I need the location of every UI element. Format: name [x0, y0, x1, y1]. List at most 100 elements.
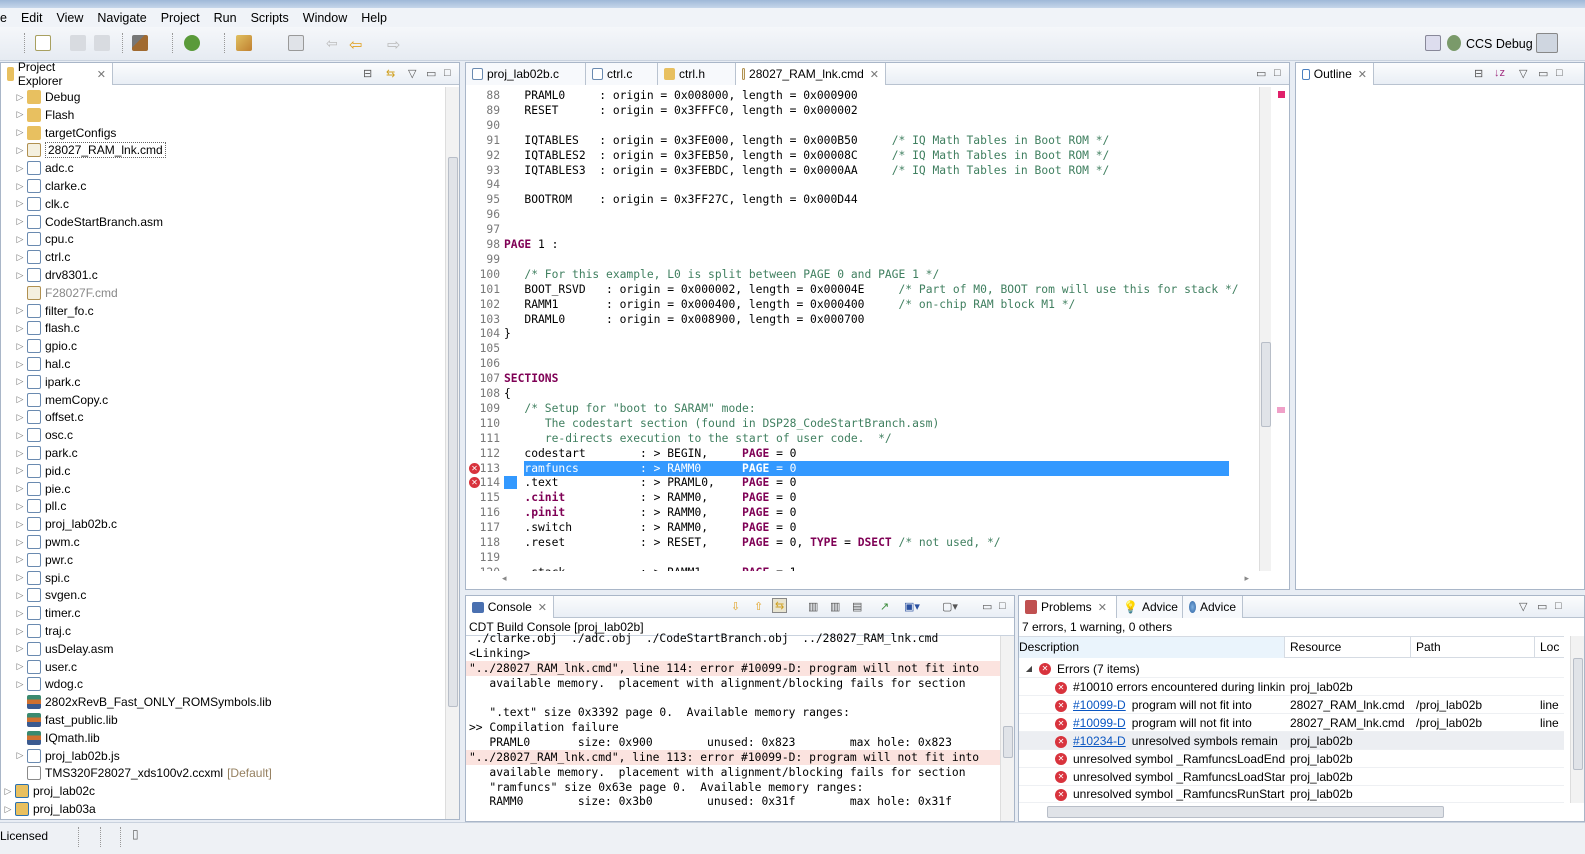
- back-icon[interactable]: ⇦: [349, 35, 365, 54]
- open-console-icon[interactable]: ↗: [880, 600, 889, 613]
- tab-console[interactable]: Console ✕: [466, 596, 554, 618]
- tree-item[interactable]: ▷ drv8301.c: [13, 266, 98, 284]
- expand-arrow-icon[interactable]: ▷: [1, 786, 15, 797]
- tree-item[interactable]: ▷ clarke.c: [13, 177, 86, 195]
- expand-arrow-icon[interactable]: ▷: [13, 626, 27, 637]
- sort-icon[interactable]: ↓z: [1494, 67, 1505, 79]
- expand-arrow-icon[interactable]: ▷: [13, 661, 27, 672]
- expand-arrow-icon[interactable]: ▷: [13, 234, 27, 245]
- expand-arrow-icon[interactable]: ▷: [13, 323, 27, 334]
- expand-arrow-icon[interactable]: ▷: [13, 643, 27, 654]
- expand-arrow-icon[interactable]: ▷: [13, 430, 27, 441]
- tree-item[interactable]: ▷ gpio.c: [13, 337, 77, 355]
- menu-project[interactable]: Project: [154, 11, 207, 25]
- tree-item[interactable]: ▷ Flash: [13, 106, 74, 124]
- tree-scrollbar[interactable]: [445, 87, 459, 819]
- expand-arrow-icon[interactable]: ▷: [13, 216, 27, 227]
- problem-row[interactable]: ✕ unresolved symbol _RamfuncsRunStart, pr…: [1019, 785, 1564, 804]
- display-console-icon[interactable]: ▣▾: [904, 600, 920, 613]
- ccs-edit-perspective-icon[interactable]: [1536, 33, 1558, 53]
- tree-item[interactable]: ▷ svgen.c: [13, 586, 86, 604]
- forward-icon[interactable]: ⇨: [387, 35, 403, 54]
- menu-file[interactable]: e: [0, 11, 14, 25]
- view-menu-icon[interactable]: ▽: [408, 67, 416, 80]
- tree-item[interactable]: fast_public.lib: [13, 711, 118, 729]
- flash-icon[interactable]: [236, 35, 252, 51]
- expand-arrow-icon[interactable]: ▷: [13, 501, 27, 512]
- problem-row[interactable]: ✕ #10099-D program will not fit into 28027_…: [1019, 696, 1564, 714]
- expand-arrow-icon[interactable]: ▷: [13, 448, 27, 459]
- tree-item[interactable]: TMS320F28027_xds100v2.ccxml [Default]: [13, 764, 272, 782]
- tab-advice-1[interactable]: 💡 Advice: [1117, 596, 1183, 618]
- tree-item[interactable]: ▷ flash.c: [13, 319, 80, 337]
- error-code-link[interactable]: #10234-D: [1073, 734, 1126, 748]
- problems-scrollbar[interactable]: [1570, 636, 1584, 803]
- back-disabled-icon[interactable]: ⇦: [326, 35, 342, 51]
- tree-item[interactable]: ▷ osc.c: [13, 426, 73, 444]
- view-menu-icon[interactable]: ▽: [1519, 67, 1527, 80]
- problem-row[interactable]: ✕ unresolved symbol _RamfuncsLoadEnd, proj…: [1019, 750, 1564, 768]
- expand-arrow-icon[interactable]: ▷: [13, 376, 27, 387]
- tree-item[interactable]: IQmath.lib: [13, 729, 100, 747]
- expand-arrow-icon[interactable]: ▷: [13, 412, 27, 423]
- maximize-icon[interactable]: □: [444, 67, 451, 79]
- console-icon[interactable]: [288, 35, 304, 51]
- tree-item[interactable]: 2802xRevB_Fast_ONLY_ROMSymbols.lib: [13, 693, 272, 711]
- expand-arrow-icon[interactable]: ▷: [13, 359, 27, 370]
- close-icon[interactable]: ✕: [1358, 68, 1367, 81]
- maximize-icon[interactable]: □: [1555, 600, 1562, 612]
- expand-arrow-icon[interactable]: ▷: [13, 572, 27, 583]
- expand-arrow-icon[interactable]: ▷: [13, 252, 27, 263]
- tree-item[interactable]: ▷ wdog.c: [13, 675, 83, 693]
- tab-advice-2[interactable]: Advice: [1183, 596, 1243, 618]
- tree-item[interactable]: ▷ ipark.c: [13, 373, 80, 391]
- menu-window[interactable]: Window: [296, 11, 354, 25]
- build-hammer-icon[interactable]: [132, 35, 148, 51]
- view-menu-icon[interactable]: ▽: [1519, 600, 1527, 613]
- menu-run[interactable]: Run: [207, 11, 244, 25]
- expand-arrow-icon[interactable]: ▷: [1, 804, 15, 815]
- tree-item[interactable]: ▷ cpu.c: [13, 230, 74, 248]
- tree-item[interactable]: ▷ proj_lab02c: [1, 782, 95, 800]
- maximize-icon[interactable]: □: [1556, 67, 1563, 79]
- problems-group-errors[interactable]: ◢ ✕ Errors (7 items): [1019, 660, 1564, 678]
- tree-item[interactable]: ▷ adc.c: [13, 159, 74, 177]
- menu-scripts[interactable]: Scripts: [244, 11, 296, 25]
- problems-hscrollbar[interactable]: [1047, 806, 1444, 818]
- ccs-debug-icon[interactable]: [1447, 35, 1461, 51]
- expand-arrow-icon[interactable]: ▷: [13, 163, 27, 174]
- tree-item[interactable]: ▷ usDelay.asm: [13, 640, 113, 658]
- tree-item[interactable]: ▷ pie.c: [13, 480, 70, 498]
- tree-item[interactable]: ▷ user.c: [13, 658, 77, 676]
- console-scrollbar[interactable]: [1000, 636, 1014, 821]
- tree-item[interactable]: ▷ Debug: [13, 88, 80, 106]
- collapse-all-icon[interactable]: ⊟: [1474, 67, 1483, 80]
- tab-ctrl-h[interactable]: ctrl.h: [658, 63, 736, 85]
- editor-hscrollbar[interactable]: ◂ ▸: [502, 573, 1249, 585]
- tree-item[interactable]: ▷ proj_lab03a: [1, 800, 96, 818]
- tree-item[interactable]: ▷ pwr.c: [13, 551, 73, 569]
- debug-bug-icon[interactable]: [184, 35, 200, 51]
- tree-item[interactable]: ▷ targetConfigs: [13, 124, 116, 142]
- error-marker-icon[interactable]: ✕: [469, 462, 480, 474]
- new-icon[interactable]: [35, 35, 51, 51]
- minimize-icon[interactable]: ▭: [426, 67, 436, 80]
- error-code-link[interactable]: #10099-D: [1073, 698, 1126, 712]
- code-editor[interactable]: 88 PRAML0 : origin = 0x008000, length = …: [466, 87, 1259, 571]
- expand-arrow-icon[interactable]: ▷: [13, 537, 27, 548]
- maximize-icon[interactable]: □: [1274, 67, 1281, 79]
- tree-item[interactable]: ▷ pwm.c: [13, 533, 80, 551]
- tree-item[interactable]: ▷ pll.c: [13, 497, 66, 515]
- menu-view[interactable]: View: [50, 11, 91, 25]
- expand-arrow-icon[interactable]: ▷: [13, 608, 27, 619]
- tree-item[interactable]: ▷ hal.c: [13, 355, 70, 373]
- close-icon[interactable]: ✕: [97, 68, 106, 81]
- expand-arrow-icon[interactable]: ▷: [13, 92, 27, 103]
- expand-arrow-icon[interactable]: ▷: [13, 679, 27, 690]
- tree-item[interactable]: ▷ offset.c: [13, 408, 83, 426]
- expand-arrow-icon[interactable]: ◢: [1019, 664, 1039, 673]
- collapse-all-icon[interactable]: ⊟: [363, 67, 372, 80]
- tree-item[interactable]: ▷ CodeStartBranch.asm: [13, 213, 163, 231]
- pin-console-icon[interactable]: ▥: [830, 600, 840, 613]
- tab-ctrl-c[interactable]: ctrl.c: [586, 63, 658, 85]
